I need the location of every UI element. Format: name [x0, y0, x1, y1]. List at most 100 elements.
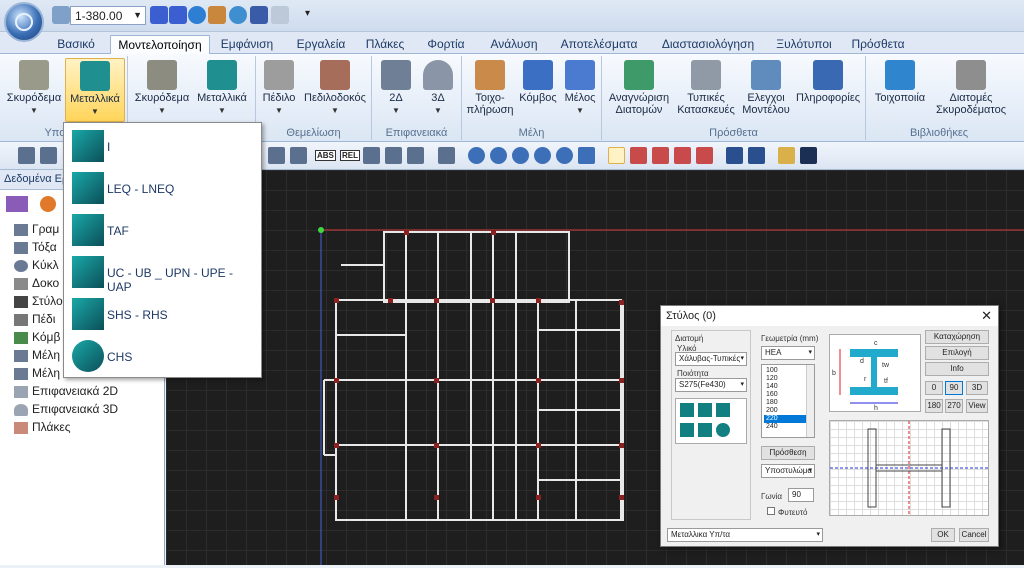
ok-button[interactable]: OK [931, 528, 955, 542]
menu-item-channel-section[interactable]: UC - UB _ UPN - UPE - UAP [64, 252, 261, 294]
clip-icon[interactable] [407, 147, 424, 164]
list-item[interactable]: 180 [764, 399, 808, 407]
app-menu-button[interactable] [4, 2, 44, 42]
masonry-button[interactable]: Τοιχοποιία [868, 58, 932, 122]
scrollbar[interactable] [806, 365, 814, 437]
concrete-beam-button[interactable]: Σκυρόδεμα ▼ [132, 58, 192, 122]
menu-item-angle-section[interactable]: LEQ - LNEQ [64, 168, 261, 210]
tree-item-columns[interactable]: Στύλο [14, 292, 63, 310]
tree-item-members-1[interactable]: Μέλη [14, 346, 60, 364]
brush-icon[interactable] [778, 147, 795, 164]
steel-column-button[interactable]: Μεταλλικά ▼ [65, 58, 125, 122]
tab-results[interactable]: Αποτελέσματα [554, 35, 644, 54]
info-button[interactable]: Πληροφορίες [794, 58, 862, 122]
tree-item-arcs[interactable]: Τόξα [14, 238, 57, 256]
i-beam-icon[interactable] [680, 403, 694, 417]
target-icon[interactable] [363, 147, 380, 164]
menu-item-hollow-section[interactable]: SHS - RHS [64, 294, 261, 336]
tee-section-icon[interactable] [716, 403, 730, 417]
tree-item-surfaces-2d[interactable]: Επιφανειακά 2D [14, 382, 118, 400]
check-icon[interactable] [608, 147, 625, 164]
tree-item-surfaces-3d[interactable]: Επιφανειακά 3D [14, 400, 118, 418]
tab-modeling[interactable]: Μοντελοποίηση [110, 35, 210, 55]
bottom-select[interactable]: Μεταλλικα Υπ/τα ▾ [667, 528, 823, 542]
add-button[interactable]: Πρόσθεση [761, 446, 815, 460]
customize-icon[interactable]: ▾ [305, 8, 310, 19]
menu-item-taf-section[interactable]: TAF [64, 210, 261, 252]
typical-structures-button[interactable]: Τυπικές Κατασκευές [674, 58, 738, 122]
tab-slabs[interactable]: Πλάκες [360, 35, 410, 54]
steel-beam-button[interactable]: Μεταλλικά ▼ [192, 58, 252, 122]
zoom-all-icon[interactable] [490, 147, 507, 164]
tab-analysis[interactable]: Ανάλυση [484, 35, 544, 54]
tree-item-beams[interactable]: Δοκο [14, 274, 59, 292]
rel-button[interactable]: REL [340, 150, 360, 161]
surface-2d-button[interactable]: 2Δ ▼ [376, 58, 416, 122]
circular-section-icon[interactable] [716, 423, 730, 437]
zoom-window-icon[interactable] [468, 147, 485, 164]
cross-icon[interactable] [385, 147, 402, 164]
tab-tools[interactable]: Εργαλεία [288, 35, 354, 54]
tree-item-slabs[interactable]: Πλάκες [14, 418, 71, 436]
register-button[interactable]: Καταχώρηση [925, 330, 989, 344]
check-box-icon[interactable] [652, 147, 669, 164]
tree-item-members-2[interactable]: Μέλη [14, 364, 60, 382]
zoom-in-icon[interactable] [534, 147, 551, 164]
grid-check-icon[interactable] [696, 147, 713, 164]
pencil-icon[interactable] [438, 147, 455, 164]
concrete-sections-button[interactable]: Διατομές Σκυροδέματος [932, 58, 1010, 122]
material-select[interactable]: Χάλυβας-Τυπικές ▾ [675, 352, 747, 366]
hollow-section-icon[interactable] [698, 423, 712, 437]
list-item[interactable]: 200 [764, 407, 808, 415]
menu-item-i-section[interactable]: I [64, 126, 261, 168]
infill-button[interactable]: Τοιχο- πλήρωση [466, 58, 514, 122]
cancel-button[interactable]: Cancel [959, 528, 989, 542]
quality-select[interactable]: S275(Fe430) ▾ [675, 378, 747, 392]
menu-item-circular-section[interactable]: CHS [64, 336, 261, 378]
list-item[interactable]: 140 [764, 383, 808, 391]
redo-icon[interactable] [748, 147, 765, 164]
snap-icon[interactable] [290, 147, 307, 164]
list-item[interactable]: 120 [764, 375, 808, 383]
tab-addons[interactable]: Πρόσθετα [845, 35, 911, 54]
print-icon[interactable] [52, 6, 70, 24]
save-icon[interactable] [250, 6, 268, 24]
angle-180-button[interactable]: 180 [925, 399, 943, 413]
globe-icon[interactable] [188, 6, 206, 24]
info-dialog-button[interactable]: Info [925, 362, 989, 376]
pan-icon[interactable] [578, 147, 595, 164]
select-button[interactable]: Επιλογή [925, 346, 989, 360]
abs-button[interactable]: ABS [315, 150, 336, 161]
planted-checkbox[interactable] [767, 507, 775, 515]
pentagon-icon[interactable] [674, 147, 691, 164]
arrow-down-icon[interactable] [169, 6, 187, 24]
zoom-previous-icon[interactable] [512, 147, 529, 164]
view-button[interactable]: View [966, 399, 988, 413]
tree-item-lines[interactable]: Γραμ [14, 220, 59, 238]
concrete-column-button[interactable]: Σκυρόδεμα ▼ [4, 58, 64, 122]
tab-basic[interactable]: Βασικό [45, 35, 107, 54]
tab-view[interactable]: Εμφάνιση [214, 35, 280, 54]
size-list[interactable]: 100 120 140 160 180 200 220 240 [761, 364, 815, 438]
member-button[interactable]: Μέλος ▼ [560, 58, 600, 122]
eye-icon[interactable] [229, 6, 247, 24]
list-item[interactable]: 160 [764, 391, 808, 399]
view-3d-button[interactable]: 3D [966, 381, 988, 395]
tab-design[interactable]: Διαστασιολόγηση [653, 35, 763, 54]
angle-input[interactable]: 90 [788, 488, 814, 502]
close-icon[interactable]: ✕ [981, 308, 992, 324]
list-item-selected[interactable]: 220 [764, 415, 808, 423]
filter-icon[interactable] [6, 196, 28, 212]
refresh-icon[interactable] [40, 196, 56, 212]
check-line-icon[interactable] [630, 147, 647, 164]
undo-icon[interactable] [726, 147, 743, 164]
tree-item-circles[interactable]: Κύκλ [14, 256, 59, 274]
angle-0-button[interactable]: 0 [925, 381, 943, 395]
angle-90-button[interactable]: 90 [945, 381, 963, 395]
close-icon[interactable] [800, 147, 817, 164]
list-item[interactable]: 100 [764, 367, 808, 375]
type-select[interactable]: Υποστυλώμα ▾ [761, 464, 815, 478]
building-icon[interactable] [208, 6, 226, 24]
structure-icon[interactable] [271, 6, 289, 24]
node-button[interactable]: Κόμβος [516, 58, 560, 122]
